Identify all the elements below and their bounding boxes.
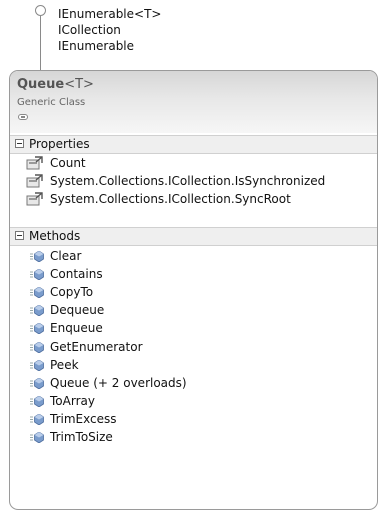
property-row[interactable]: System.Collections.ICollection.SyncRoot (10, 191, 377, 208)
property-icon (26, 192, 43, 206)
method-icon (30, 359, 44, 371)
method-name: Contains (50, 267, 103, 282)
method-icon (30, 323, 44, 335)
interface-lollipop-icon (35, 5, 46, 16)
method-icon (30, 269, 44, 281)
class-type-param: <T> (64, 77, 94, 92)
method-row[interactable]: ToArray (10, 393, 377, 410)
method-row[interactable]: Peek (10, 357, 377, 374)
property-icon (26, 174, 43, 188)
method-name: GetEnumerator (50, 339, 143, 354)
method-icon (30, 287, 44, 299)
method-row[interactable]: TrimExcess (10, 411, 377, 428)
method-row[interactable]: Clear (10, 248, 377, 265)
chevron-up-icon[interactable] (18, 114, 28, 120)
property-name: System.Collections.ICollection.SyncRoot (50, 192, 291, 206)
method-name: CopyTo (50, 285, 94, 300)
method-row[interactable]: Enqueue (10, 320, 377, 337)
interface-label[interactable]: IEnumerable<T> (58, 6, 161, 22)
class-shape[interactable]: Queue<T> Generic Class Properties Method… (9, 70, 378, 510)
method-row[interactable]: GetEnumerator (10, 339, 377, 356)
method-name: Enqueue (50, 321, 103, 336)
method-name: Peek (50, 357, 79, 372)
collapse-box-icon[interactable] (15, 139, 24, 148)
method-icon (30, 377, 44, 389)
properties-compartment-header[interactable]: Properties (10, 135, 377, 154)
method-name: TrimExcess (50, 411, 117, 426)
method-name: Clear (50, 249, 82, 263)
methods-label: Methods (29, 229, 81, 243)
method-row[interactable]: TrimToSize (10, 429, 377, 446)
method-row[interactable]: Queue (+ 2 overloads) (10, 375, 377, 392)
property-icon (26, 156, 43, 170)
method-row[interactable]: Dequeue (10, 302, 377, 319)
class-header[interactable]: Queue<T> Generic Class (10, 71, 377, 133)
class-kind-label: Generic Class (17, 97, 86, 108)
method-icon (30, 341, 44, 353)
method-name: ToArray (50, 393, 95, 408)
property-row[interactable]: Count (10, 155, 377, 172)
property-name: Count (50, 156, 86, 170)
interface-label[interactable]: IEnumerable (58, 38, 161, 54)
method-name: Dequeue (50, 303, 105, 318)
methods-compartment-header[interactable]: Methods (10, 227, 377, 246)
method-icon (30, 413, 44, 425)
interface-connector-line (40, 16, 41, 71)
property-row[interactable]: System.Collections.ICollection.IsSynchro… (10, 173, 377, 190)
class-title: Queue<T> (17, 77, 94, 92)
class-name: Queue (17, 77, 65, 92)
method-icon (30, 395, 44, 407)
properties-label: Properties (29, 137, 90, 151)
method-icon (30, 432, 44, 443)
method-row[interactable]: Contains (10, 266, 377, 283)
method-icon (30, 251, 44, 262)
property-name: System.Collections.ICollection.IsSynchro… (50, 174, 326, 188)
collapse-box-icon[interactable] (15, 231, 24, 240)
interface-label[interactable]: ICollection (58, 22, 161, 38)
method-name: TrimToSize (50, 430, 113, 444)
method-icon (30, 305, 44, 317)
method-name: Queue (+ 2 overloads) (50, 375, 187, 390)
method-row[interactable]: CopyTo (10, 284, 377, 301)
interface-list: IEnumerable<T> ICollection IEnumerable (58, 6, 161, 54)
